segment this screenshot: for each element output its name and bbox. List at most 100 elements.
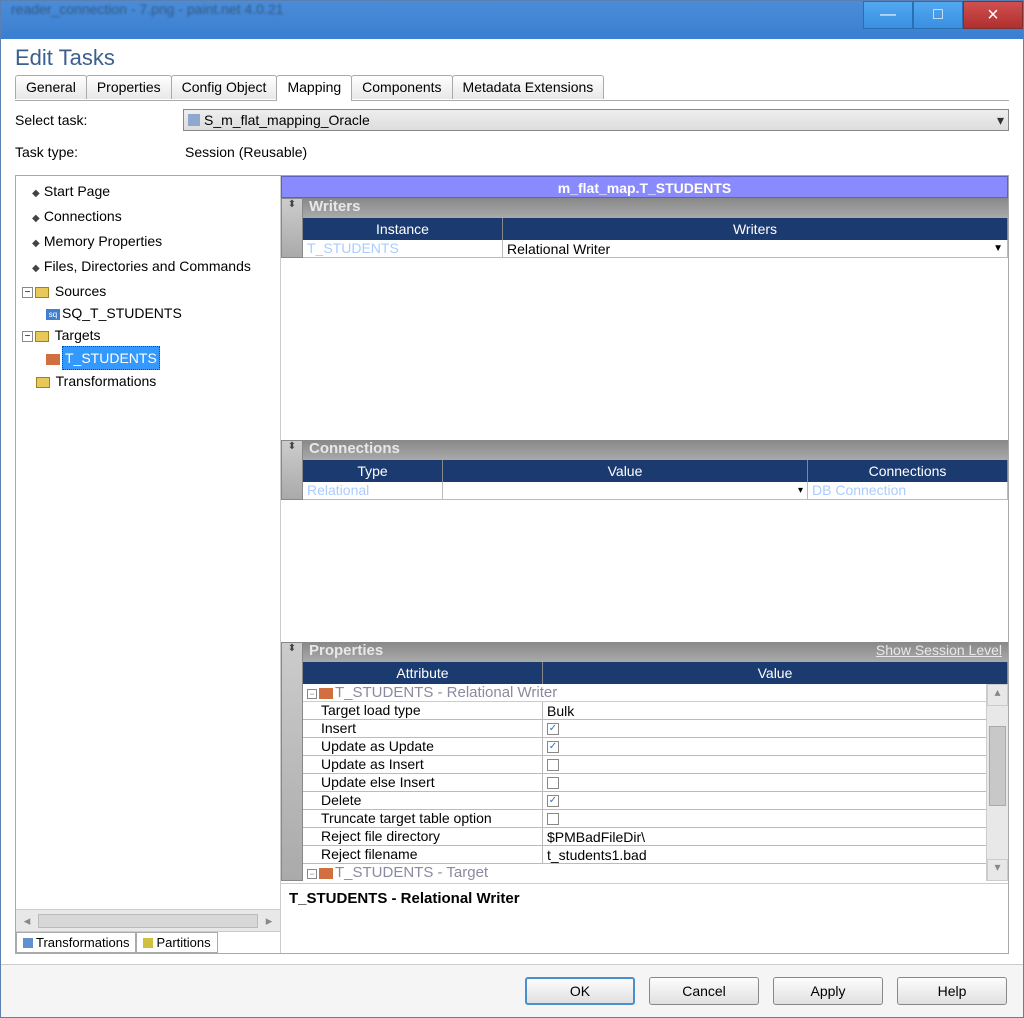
property-row[interactable]: Delete (303, 792, 986, 810)
writers-writer-dropdown[interactable]: Relational Writer▼ (503, 240, 1008, 257)
sql-icon: sq (46, 309, 60, 320)
tree-sq-t-students[interactable]: sqSQ_T_STUDENTS (18, 302, 278, 324)
tree-tabs: Transformations Partitions (16, 931, 280, 953)
tree-memory-properties[interactable]: ◆ Memory Properties (18, 230, 278, 255)
property-value[interactable] (543, 792, 986, 809)
properties-collapse-button[interactable]: ⬍ (281, 642, 303, 881)
writers-collapse-button[interactable]: ⬍ (281, 198, 303, 258)
scroll-right-icon[interactable]: ▸ (258, 913, 280, 929)
maximize-button[interactable]: □ (913, 1, 963, 29)
tab-mapping[interactable]: Mapping (276, 75, 352, 101)
prop-group-target[interactable]: −T_STUDENTS - Target (303, 864, 986, 881)
prop-group-relational-writer[interactable]: −T_STUDENTS - Relational Writer (303, 684, 986, 702)
scroll-left-icon[interactable]: ◂ (16, 913, 38, 929)
tab-general[interactable]: General (15, 75, 87, 99)
property-attribute: Reject file directory (303, 828, 543, 845)
select-task-row: Select task: S_m_flat_mapping_Oracle ▾ (15, 107, 1009, 133)
scroll-up-icon[interactable]: ▴ (987, 684, 1008, 706)
property-value[interactable] (543, 774, 986, 791)
property-row[interactable]: Update as Update (303, 738, 986, 756)
tree-tab-transformations[interactable]: Transformations (16, 932, 136, 953)
property-value[interactable]: $PMBadFileDir\ (543, 828, 986, 845)
property-row[interactable]: Update as Insert (303, 756, 986, 774)
transformations-tab-icon (23, 938, 33, 948)
dialog-title: Edit Tasks (1, 39, 1023, 75)
property-attribute: Reject filename (303, 846, 543, 863)
tree-connections[interactable]: ◆ Connections (18, 205, 278, 230)
right-pane: m_flat_map.T_STUDENTS ⬍ Writers Instance… (281, 176, 1008, 953)
background-window-title: reader_connection - 7.png - paint.net 4.… (1, 1, 863, 17)
property-row[interactable]: Truncate target table option (303, 810, 986, 828)
dropdown-arrow-icon: ▼ (993, 243, 1003, 254)
dialog-body: General Properties Config Object Mapping… (1, 75, 1023, 964)
property-value[interactable]: Bulk (543, 702, 986, 719)
property-row[interactable]: Update else Insert (303, 774, 986, 792)
property-value[interactable] (543, 756, 986, 773)
target-icon (319, 688, 333, 699)
window-titlebar: reader_connection - 7.png - paint.net 4.… (1, 1, 1023, 39)
checkbox[interactable] (547, 813, 559, 825)
property-attribute: Update else Insert (303, 774, 543, 791)
property-attribute: Update as Insert (303, 756, 543, 773)
help-button[interactable]: Help (897, 977, 1007, 1005)
minimize-button[interactable]: — (863, 1, 913, 29)
window-controls: — □ × (863, 1, 1023, 29)
connections-type: Relational (303, 482, 443, 499)
cancel-button[interactable]: Cancel (649, 977, 759, 1005)
tree-t-students[interactable]: T_STUDENTS (18, 346, 278, 370)
select-task-dropdown[interactable]: S_m_flat_mapping_Oracle ▾ (183, 109, 1009, 131)
scroll-down-icon[interactable]: ▾ (987, 859, 1008, 881)
property-attribute: Delete (303, 792, 543, 809)
tab-components[interactable]: Components (351, 75, 452, 99)
tree-start-page[interactable]: ◆ Start Page (18, 180, 278, 205)
properties-scrollbar[interactable]: ▴ ▾ (986, 684, 1008, 881)
connections-value[interactable]: ▾ (443, 482, 808, 499)
connections-collapse-button[interactable]: ⬍ (281, 440, 303, 500)
tree-sources[interactable]: − Sources (18, 280, 278, 302)
property-row[interactable]: Insert (303, 720, 986, 738)
tab-metadata-extensions[interactable]: Metadata Extensions (452, 75, 605, 99)
scroll-track[interactable] (38, 914, 258, 928)
dropdown-arrow-icon: ▾ (798, 485, 803, 496)
dropdown-arrow-icon: ▾ (997, 112, 1004, 129)
property-value[interactable] (543, 810, 986, 827)
col-value: Value (543, 662, 1008, 684)
checkbox[interactable] (547, 723, 559, 735)
writers-instance: T_STUDENTS (303, 240, 503, 257)
properties-table-header: Attribute Value (303, 662, 1008, 684)
tab-properties[interactable]: Properties (86, 75, 172, 99)
tree-transformations[interactable]: Transformations (18, 370, 278, 392)
ok-button[interactable]: OK (525, 977, 635, 1005)
tree-targets[interactable]: − Targets (18, 324, 278, 346)
connections-row[interactable]: Relational ▾ DB Connection (303, 482, 1008, 500)
show-session-level-link[interactable]: Show Session Level (870, 642, 1008, 662)
tree-files-directories[interactable]: ◆ Files, Directories and Commands (18, 255, 278, 280)
property-row[interactable]: Target load typeBulk (303, 702, 986, 720)
property-row[interactable]: Reject filenamet_students1.bad (303, 846, 986, 864)
connections-title: Connections (303, 440, 1008, 460)
property-attribute: Update as Update (303, 738, 543, 755)
edit-tasks-window: reader_connection - 7.png - paint.net 4.… (0, 0, 1024, 1018)
select-task-value: S_m_flat_mapping_Oracle (204, 112, 370, 128)
tab-config-object[interactable]: Config Object (171, 75, 278, 99)
property-row[interactable]: Reject file directory$PMBadFileDir\ (303, 828, 986, 846)
checkbox[interactable] (547, 741, 559, 753)
task-type-value: Session (Reusable) (183, 144, 307, 160)
connections-table-header: Type Value Connections (303, 460, 1008, 482)
property-value[interactable] (543, 720, 986, 737)
apply-button[interactable]: Apply (773, 977, 883, 1005)
checkbox[interactable] (547, 795, 559, 807)
tree-pane: ◆ Start Page ◆ Connections ◆ Memory Prop… (16, 176, 281, 953)
close-button[interactable]: × (963, 1, 1023, 29)
detail-title: T_STUDENTS - Relational Writer (281, 883, 1008, 953)
checkbox[interactable] (547, 777, 559, 789)
partitions-tab-icon (143, 938, 153, 948)
tree-tab-partitions[interactable]: Partitions (136, 932, 217, 953)
checkbox[interactable] (547, 759, 559, 771)
scroll-thumb[interactable] (989, 726, 1006, 806)
tree-horizontal-scrollbar[interactable]: ◂ ▸ (16, 909, 280, 931)
writers-row[interactable]: T_STUDENTS Relational Writer▼ (303, 240, 1008, 258)
property-value[interactable]: t_students1.bad (543, 846, 986, 863)
col-attribute: Attribute (303, 662, 543, 684)
property-value[interactable] (543, 738, 986, 755)
